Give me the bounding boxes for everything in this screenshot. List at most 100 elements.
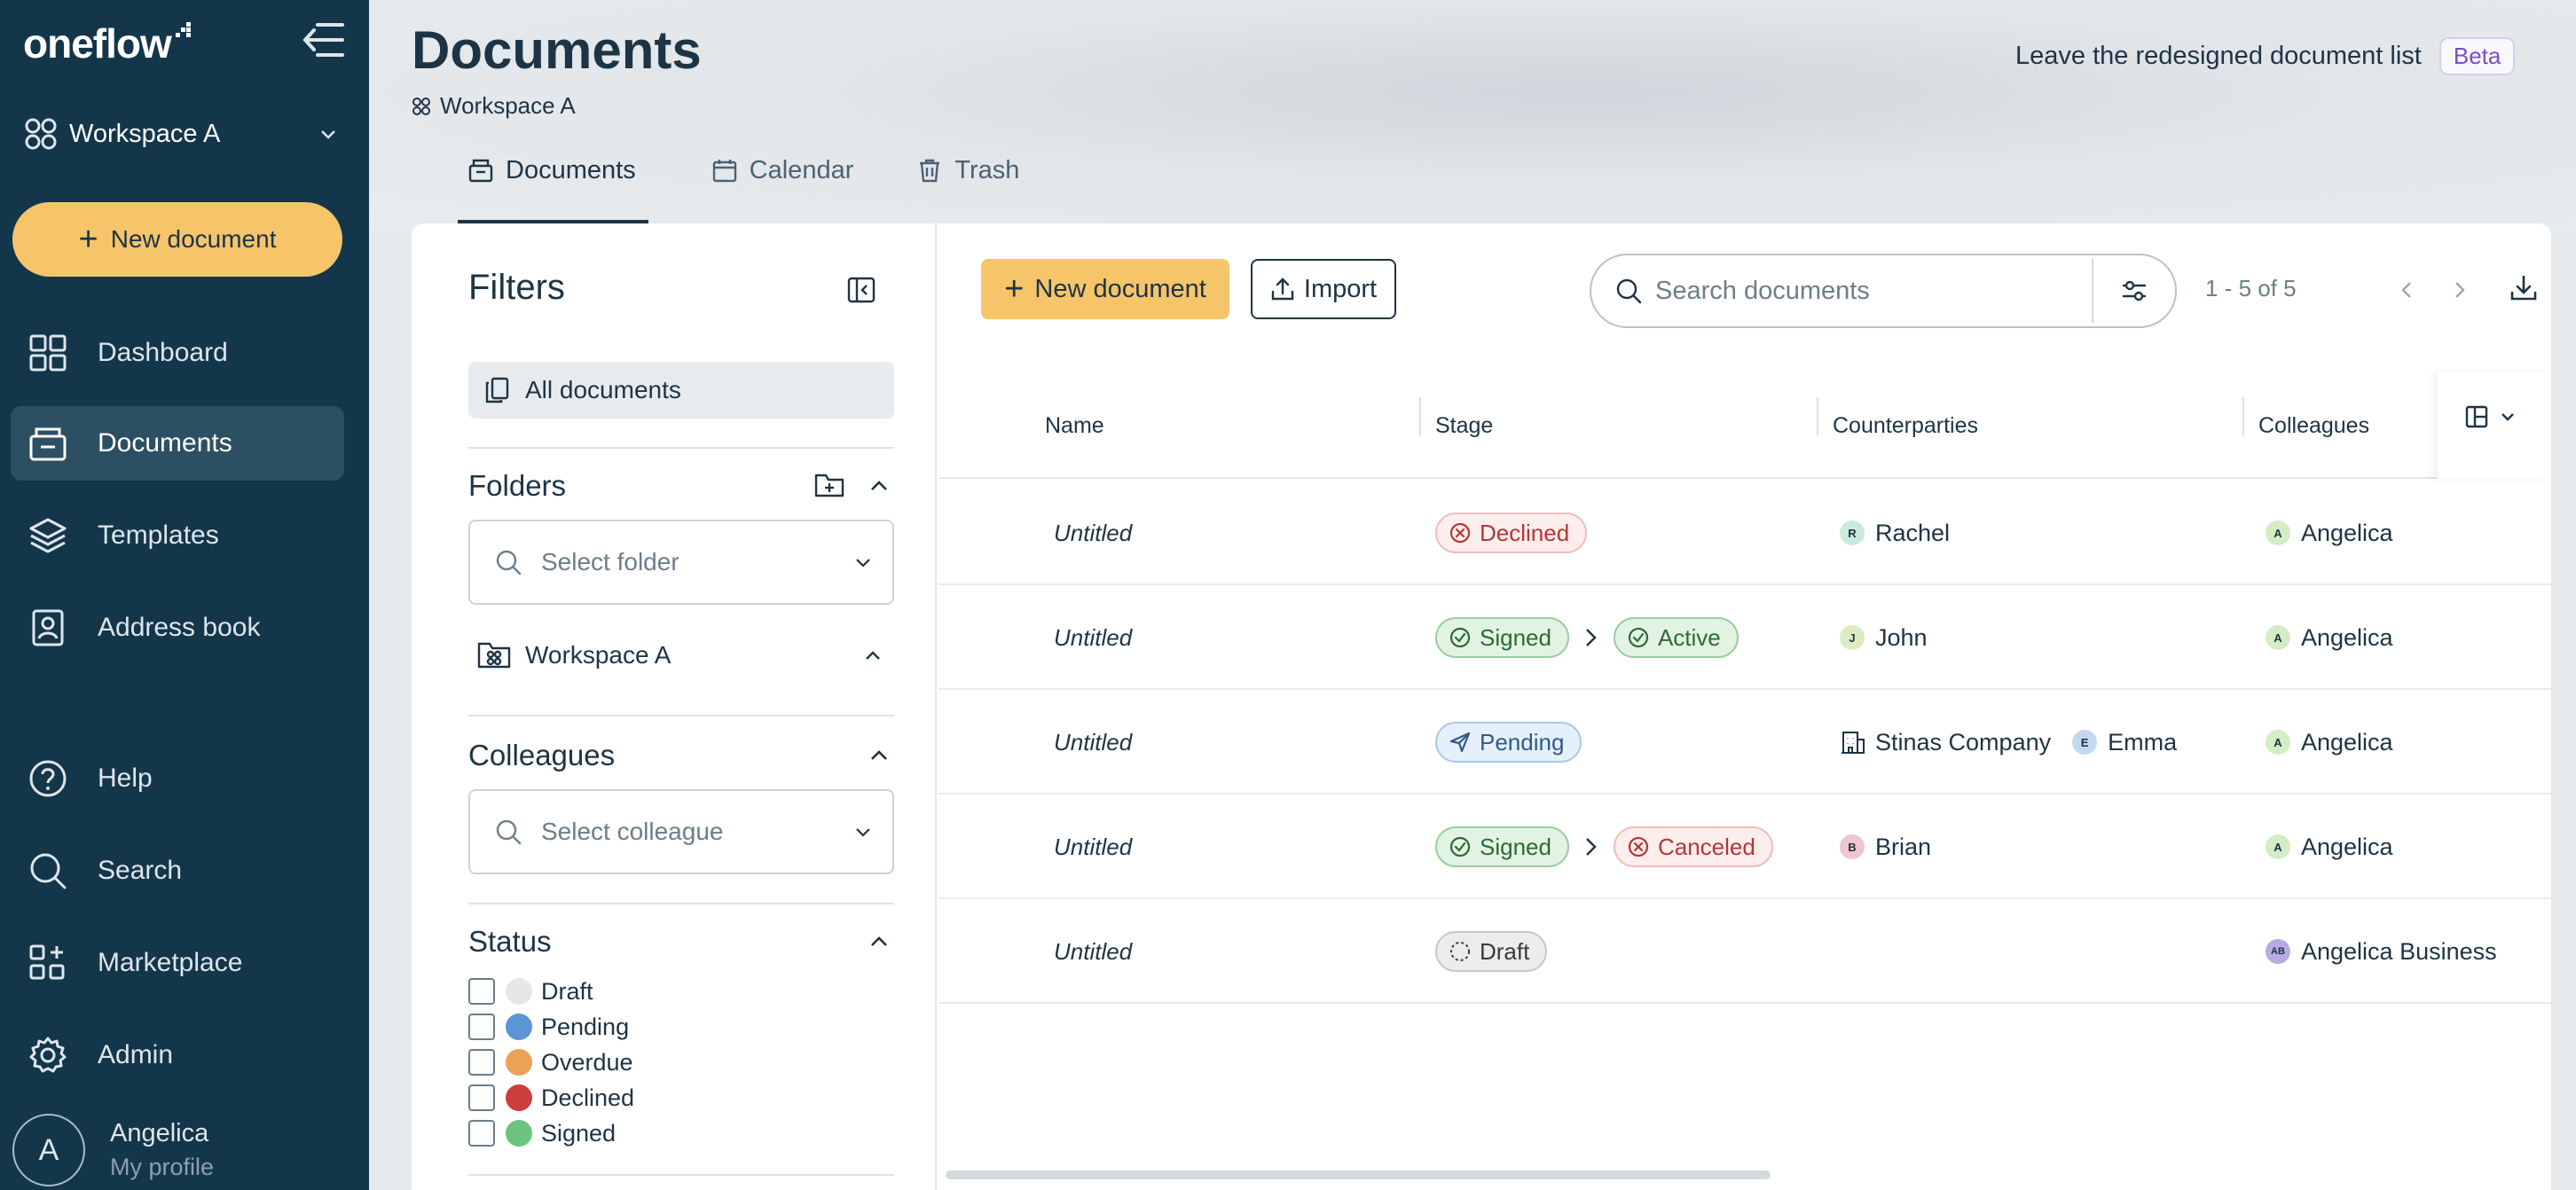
table-row[interactable]: Untitled Pending Stinas Company E Emma A Angel… — [939, 690, 2551, 795]
status-draft-checkbox[interactable] — [468, 978, 495, 1005]
nav-marketplace[interactable]: Marketplace — [11, 926, 344, 1000]
chevron-down-icon — [321, 130, 335, 139]
company-icon — [1842, 732, 1865, 754]
new-document-button[interactable]: + New document — [981, 259, 1229, 319]
oneflow-logo[interactable]: oneflow — [23, 20, 191, 67]
nav-address-book[interactable]: Address book — [11, 591, 344, 665]
column-settings-button[interactable] — [2464, 399, 2526, 435]
select-folder-dropdown[interactable]: Select folder — [468, 520, 894, 605]
documents-icon — [29, 427, 67, 461]
search-bar — [1590, 254, 2177, 328]
cell-name: Untitled — [1054, 795, 1132, 899]
cell-stage: Pending — [1435, 690, 1583, 795]
counterparty-company[interactable]: Stinas Company — [1840, 729, 2051, 756]
add-folder-icon[interactable] — [814, 471, 844, 501]
counterparty-person[interactable]: J John — [1840, 624, 1928, 652]
chevron-up-icon[interactable] — [864, 740, 894, 771]
x-circle-icon — [1449, 522, 1471, 544]
nav-dashboard[interactable]: Dashboard — [11, 316, 344, 390]
chevron-left-icon[interactable] — [2393, 277, 2420, 303]
chevron-up-icon[interactable] — [862, 645, 884, 666]
select-colleague-dropdown[interactable]: Select colleague — [468, 789, 894, 874]
nav-documents[interactable]: Documents — [11, 406, 344, 481]
status-pending-checkbox[interactable] — [468, 1014, 495, 1040]
cell-colleagues: A Angelica — [2266, 481, 2415, 585]
nav-search[interactable]: Search — [11, 834, 344, 908]
status-draft: Draft — [468, 974, 634, 1009]
counterparty-person[interactable]: E Emma — [2072, 729, 2177, 756]
document-name[interactable]: Untitled — [1054, 938, 1132, 966]
column-stage[interactable]: Stage — [1435, 372, 1493, 479]
document-name[interactable]: Untitled — [1054, 834, 1132, 861]
colleague-person[interactable]: A Angelica — [2266, 624, 2393, 652]
help-icon — [29, 760, 67, 797]
column-counterparties[interactable]: Counterparties — [1833, 372, 1978, 479]
plus-icon: + — [78, 221, 98, 258]
status-signed-checkbox[interactable] — [468, 1120, 495, 1147]
document-name[interactable]: Untitled — [1054, 520, 1132, 547]
tab-trash[interactable]: Trash — [917, 149, 1019, 223]
horizontal-scrollbar[interactable] — [946, 1170, 1771, 1179]
breadcrumb[interactable]: Workspace A — [412, 92, 576, 120]
colleague-person[interactable]: A Angelica — [2266, 520, 2393, 547]
avatar: A — [12, 1114, 85, 1186]
stage-badge-pending: Pending — [1435, 722, 1583, 763]
table-row[interactable]: Untitled Draft AB Angelica Business — [939, 899, 2551, 1004]
status-overdue-checkbox[interactable] — [468, 1049, 495, 1076]
tab-documents[interactable]: Documents — [458, 149, 648, 223]
table-row[interactable]: Untitled Signed Active J John A Angelica — [939, 585, 2551, 690]
profile-menu[interactable]: A Angelica My profile — [12, 1110, 349, 1190]
trash-icon — [920, 159, 940, 183]
avatar: A — [2266, 625, 2290, 650]
chevron-right-icon[interactable] — [2446, 277, 2473, 303]
nav-templates[interactable]: Templates — [11, 498, 344, 573]
check-circle-icon — [1449, 627, 1471, 648]
folder-workspace-a[interactable]: Workspace A — [477, 631, 894, 679]
download-icon[interactable] — [2509, 273, 2539, 303]
tabs: Documents Calendar Trash — [458, 149, 1083, 223]
table-row[interactable]: Untitled Declined R Rachel A Angelica — [939, 481, 2551, 585]
pagination-label: 1 - 5 of 5 — [2205, 275, 2297, 301]
counterparty-person[interactable]: B Brian — [1840, 834, 1931, 861]
workspace-selector[interactable]: Workspace A — [23, 112, 339, 156]
columns-icon — [2465, 405, 2488, 428]
document-name[interactable]: Untitled — [1054, 729, 1132, 756]
collapse-filters-icon[interactable] — [846, 275, 876, 305]
document-name[interactable]: Untitled — [1054, 624, 1132, 652]
colleague-person[interactable]: A Angelica — [2266, 729, 2393, 756]
column-name[interactable]: Name — [1045, 372, 1104, 479]
search-icon — [1616, 278, 1642, 304]
filters-title: Filters — [468, 268, 565, 307]
search-documents-input[interactable] — [1655, 264, 2092, 317]
collapse-sidebar-icon[interactable] — [302, 20, 346, 60]
status-dot — [506, 1049, 532, 1076]
chevron-up-icon[interactable] — [864, 927, 894, 957]
avatar: A — [2266, 834, 2290, 859]
table-header: Name Stage Counterparties Colleagues — [939, 372, 2551, 479]
new-document-button[interactable]: + New document — [12, 202, 342, 277]
leave-redesign-link[interactable]: Leave the redesigned document list Beta — [2015, 37, 2516, 75]
cell-stage: Draft — [1435, 899, 1548, 1004]
all-documents-filter[interactable]: All documents — [468, 362, 894, 419]
templates-icon — [29, 518, 67, 553]
chevron-down-icon — [2501, 413, 2514, 421]
advanced-filters-button[interactable] — [2093, 255, 2175, 326]
table-row[interactable]: Untitled Signed Canceled B Brian A Angelica — [939, 795, 2551, 899]
sidebar: oneflow Workspace A + New document Dashbo… — [0, 0, 369, 1190]
chevron-right-icon — [1586, 838, 1597, 856]
status-declined-checkbox[interactable] — [468, 1084, 495, 1111]
counterparty-person[interactable]: R Rachel — [1840, 520, 1950, 547]
cell-name: Untitled — [1054, 899, 1132, 1004]
search-icon — [496, 819, 522, 845]
colleague-person[interactable]: A Angelica — [2266, 834, 2393, 861]
nav-admin[interactable]: Admin — [11, 1018, 344, 1092]
import-button[interactable]: Import — [1251, 259, 1396, 319]
tab-calendar[interactable]: Calendar — [712, 149, 853, 223]
column-colleagues[interactable]: Colleagues — [2258, 372, 2369, 479]
nav-help[interactable]: Help — [11, 741, 344, 816]
avatar: A — [2266, 730, 2290, 755]
chevron-up-icon[interactable] — [864, 471, 894, 501]
stage-badge-canceled: Canceled — [1613, 826, 1773, 867]
colleague-person[interactable]: AB Angelica Business — [2266, 938, 2497, 966]
x-circle-icon — [1628, 836, 1649, 857]
